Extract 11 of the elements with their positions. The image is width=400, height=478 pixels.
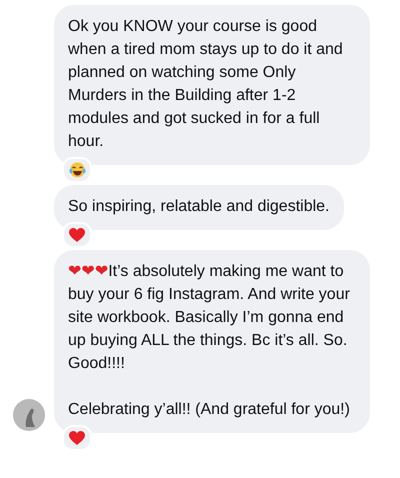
- avatar[interactable]: [13, 399, 45, 431]
- heart-icon: [69, 228, 85, 242]
- message-text: So inspiring, relatable and digestible.: [68, 197, 330, 217]
- message-text: Celebrating y’all!! (And grateful for you!): [68, 400, 351, 420]
- message-text: Ok you KNOW your course is good when a tired mom stays up to do it and planned on watching some Only Murders in the Building after 1-2 modules and got sucked in for a full hour.: [68, 17, 344, 152]
- message-text: ❤❤❤It’s absolutely making me want to buy your 6 fig Instagram. And write your site workbook. Basically I’m gonna end up buying ALL the things. Bc it’s all. So. Good!!!!: [68, 262, 351, 374]
- reaction-badge[interactable]: [62, 425, 92, 451]
- laughing-face-icon: [68, 162, 86, 178]
- heart-icon: [69, 430, 85, 446]
- reaction-badge[interactable]: [62, 157, 92, 183]
- reaction-badge[interactable]: [62, 222, 92, 248]
